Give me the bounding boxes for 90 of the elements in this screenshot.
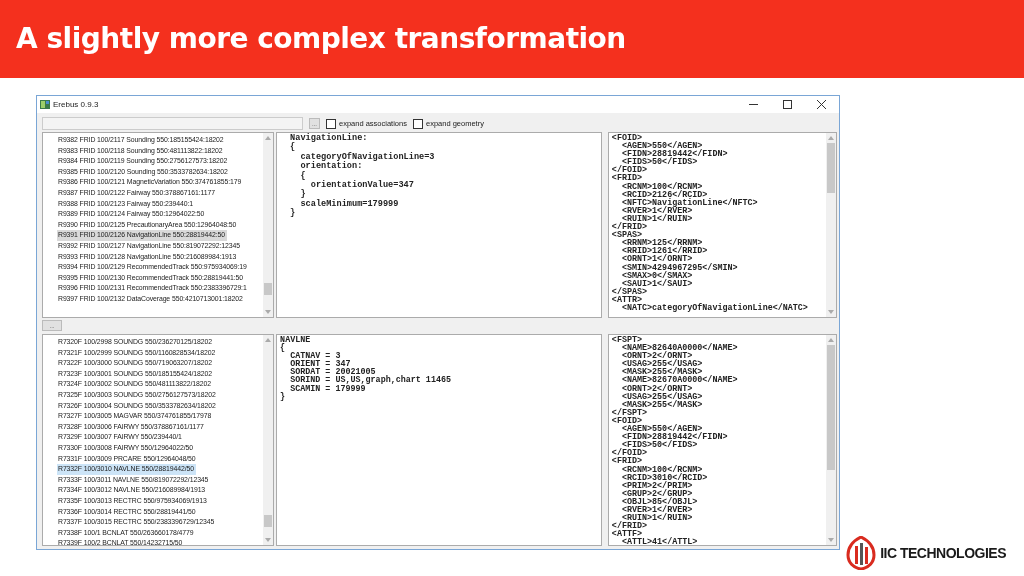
slide-title: A slightly more complex transformation <box>16 21 626 57</box>
code-line: <FIDS>50</FIDS> <box>621 441 698 450</box>
scrollbar-thumb[interactable] <box>264 515 273 527</box>
scrollbar[interactable] <box>263 133 274 317</box>
code-line: orientation: <box>299 162 363 172</box>
code-line: <NAME>82670A0000</NAME> <box>620 376 738 385</box>
logo-icon <box>846 536 877 570</box>
checkbox[interactable] <box>412 118 423 129</box>
code-line: <RCID>3010</RCID> <box>620 473 708 482</box>
code-line: <SMAX>0</SMAX> <box>620 271 693 280</box>
code-line: </SPAS> <box>611 287 648 296</box>
code-line: </FRID> <box>611 522 648 531</box>
code-line: <NFTC>NavigationLine</NFTC> <box>620 198 758 207</box>
code-line: <MASK>255</MASK> <box>621 400 703 409</box>
code-line: <FOID> <box>611 416 642 426</box>
code-line: NavigationLine: <box>290 134 368 143</box>
code-line: <RCNM>100</RCNM> <box>620 182 703 191</box>
code-line: <RRNM>125</RRNM> <box>620 239 703 248</box>
code-line: SORDAT = 20021005 <box>289 368 376 377</box>
code-line: categoryOfNavigationLine=3 <box>299 152 435 162</box>
code-line: SORIND = US,US,graph,chart 11465 <box>289 376 451 385</box>
code-line: <RRID>1261</RRID> <box>620 247 708 256</box>
code-line: <SAUI>1</SAUI> <box>621 279 693 288</box>
code-line: <AGEN>550</AGEN> <box>620 425 703 434</box>
code-line: <USAG>255</USAG> <box>620 392 703 401</box>
scroll-down-icon[interactable] <box>265 538 272 542</box>
code-line: <FIDN>28819442</FIDN> <box>620 433 728 442</box>
code-line: ORIENT = 347 <box>289 360 351 369</box>
code-line: <SPAS> <box>611 231 642 240</box>
scrollbar-thumb[interactable] <box>827 143 835 193</box>
code-line: <GRUP>2</GRUP> <box>620 489 693 498</box>
code-line: orientationValue=347 <box>309 181 414 191</box>
code-line: } <box>299 190 306 200</box>
code-line: <RUIN>1</RUIN> <box>621 514 693 523</box>
code-line: <FIDN>28819442</FIDN> <box>620 150 728 159</box>
code-line: </FRID> <box>611 223 648 232</box>
code-line: <RVER>1</RVER> <box>620 505 693 515</box>
code-line: </FSPT> <box>611 408 648 417</box>
code-line: CATNAV = 3 <box>289 352 341 361</box>
scrollbar[interactable] <box>263 335 274 545</box>
code-line: <ORNT>2</ORNT> <box>620 384 693 393</box>
code-line: scaleMinimum=179999 <box>299 199 399 210</box>
code-line: <RCID>2126</RCID> <box>620 190 708 199</box>
code-line: <ORNT>2</ORNT> <box>620 352 693 361</box>
code-line: </FOID> <box>611 166 648 175</box>
scroll-up-icon[interactable] <box>828 338 834 342</box>
code-line: <FSPT> <box>611 336 642 345</box>
checkbox[interactable] <box>326 118 336 129</box>
maximize-icon[interactable] <box>783 100 792 109</box>
code-line: </FOID> <box>611 449 648 458</box>
code-line: } <box>290 209 296 219</box>
scroll-down-icon[interactable] <box>828 538 834 542</box>
code-line: <PRIM>2</PRIM> <box>620 481 693 490</box>
code-line: <RVER>1</RVER> <box>620 206 693 215</box>
scroll-up-icon[interactable] <box>265 136 272 140</box>
code-line: <RCNM>100</RCNM> <box>620 465 703 474</box>
code-line: <ATTR> <box>611 295 642 304</box>
code-line: <NATC>categoryOfNavigationLine</NATC> <box>620 303 808 313</box>
code-line: <AGEN>550</AGEN> <box>620 142 703 151</box>
scrollbar[interactable] <box>826 133 836 317</box>
code-line: SCAMIN = 179999 <box>289 384 366 393</box>
scrollbar[interactable] <box>826 335 836 545</box>
scroll-up-icon[interactable] <box>265 338 272 342</box>
scrollbar-thumb[interactable] <box>827 345 835 470</box>
code-line: <FRID> <box>611 457 642 466</box>
window-title: Erebus 0.9.3 <box>53 100 99 109</box>
code-line: <NAME>82640A0000</NAME> <box>620 344 738 353</box>
code-line: <USAG>255</USAG> <box>620 360 703 369</box>
code-line: { <box>299 171 306 182</box>
code-line: { <box>280 344 286 353</box>
code-line: <FRID> <box>611 174 642 183</box>
code-line: <ORNT>1</ORNT> <box>620 255 693 264</box>
logo-text: IIC TECHNOLOGIES <box>880 545 1006 561</box>
code-line: <RUIN>1</RUIN> <box>621 214 693 224</box>
scroll-down-icon[interactable] <box>828 310 834 314</box>
code-line: <OBJL>85</OBJL> <box>620 497 698 506</box>
close-icon[interactable] <box>817 100 826 109</box>
code-line: <FIDS>50</FIDS> <box>621 158 698 167</box>
code-line: <ATTF> <box>611 530 642 539</box>
code-line: } <box>280 392 286 401</box>
code-line: { <box>290 143 296 153</box>
scroll-down-icon[interactable] <box>265 310 272 314</box>
code-line: <ATTL>41</ATTL> <box>620 538 698 545</box>
app-icon <box>40 100 50 109</box>
scrollbar-thumb[interactable] <box>264 283 273 295</box>
scroll-up-icon[interactable] <box>828 136 834 140</box>
code-line: <SMIN>4294967295</SMIN> <box>620 263 738 272</box>
path-field[interactable] <box>42 117 303 130</box>
code-line: <FOID> <box>611 134 642 143</box>
code-line: <MASK>255</MASK> <box>620 368 703 377</box>
